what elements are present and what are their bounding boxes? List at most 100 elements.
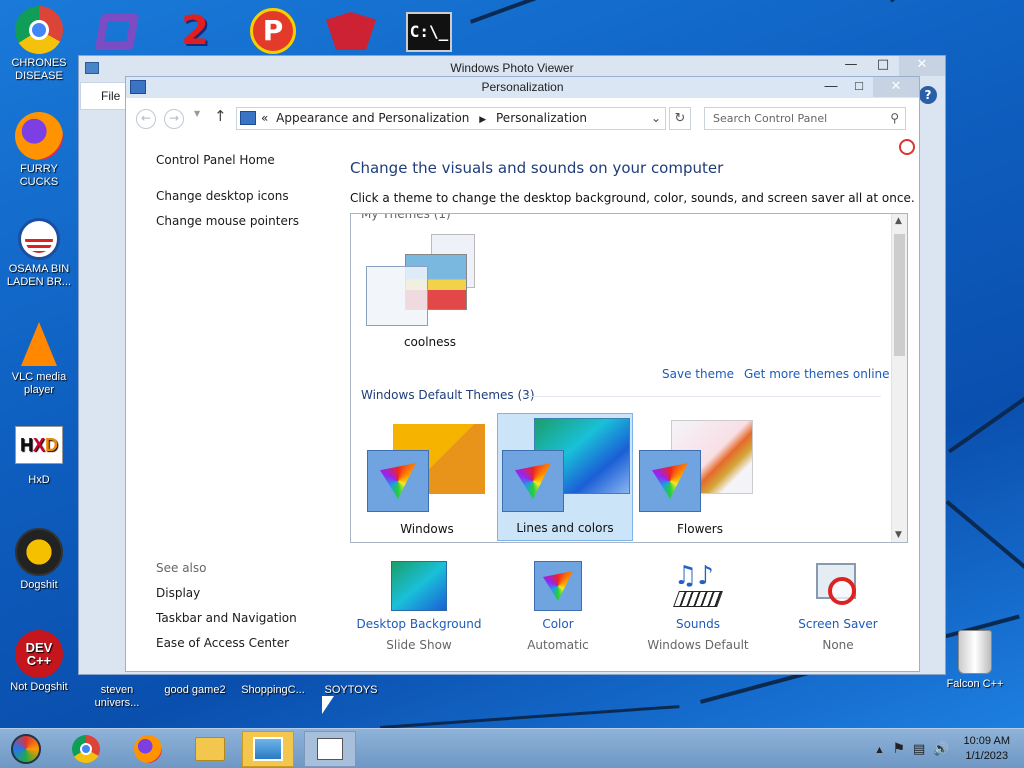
- taskbar-navigation-link[interactable]: Taskbar and Navigation: [156, 611, 297, 625]
- taskbar-chrome[interactable]: [60, 731, 112, 767]
- display-link[interactable]: Display: [156, 586, 200, 600]
- save-theme-link[interactable]: Save theme: [662, 367, 734, 381]
- left-nav: Control Panel Home Change desktop icons …: [156, 153, 299, 228]
- taskbar-control-panel[interactable]: [304, 731, 356, 767]
- search-input[interactable]: Search Control Panel ⚲: [704, 107, 906, 130]
- close-button[interactable]: ✕: [899, 56, 945, 76]
- themes-scrollbar[interactable]: ▲ ▼: [891, 214, 907, 542]
- desktop-icon-shopping[interactable]: ShoppingC...: [236, 684, 310, 697]
- p-icon[interactable]: P: [250, 8, 296, 54]
- setting-value: Windows Default: [647, 638, 749, 652]
- desktop-icon-steven[interactable]: steven univers...: [86, 684, 148, 710]
- window-titlebar[interactable]: Personalization — □ ✕: [126, 77, 919, 98]
- desktop-icon-devcpp[interactable]: DEV C++ Not Dogshit: [2, 630, 76, 694]
- breadcrumb-item[interactable]: Appearance and Personalization: [276, 111, 469, 125]
- maximize-button[interactable]: □: [845, 77, 873, 97]
- control-panel-icon: [317, 738, 343, 760]
- firefox-icon: [134, 735, 162, 763]
- desktop-icon-dogshit[interactable]: Dogshit: [2, 528, 76, 592]
- window-title: Personalization: [481, 80, 564, 94]
- control-panel-home-link[interactable]: Control Panel Home: [156, 153, 299, 167]
- show-hidden-icons-icon[interactable]: ▲: [876, 745, 882, 754]
- change-mouse-pointers-link[interactable]: Change mouse pointers: [156, 214, 299, 228]
- ease-of-access-link[interactable]: Ease of Access Center: [156, 636, 289, 650]
- minimize-button[interactable]: —: [835, 56, 867, 76]
- desktop-icon-good-game2[interactable]: good game2: [158, 684, 232, 697]
- wallpaper-line: [380, 705, 680, 728]
- wallpaper-line: [470, 0, 867, 24]
- photo-viewer-app-icon: [85, 62, 99, 74]
- breadcrumb-overflow[interactable]: «: [261, 111, 268, 125]
- scroll-up-icon[interactable]: ▲: [895, 216, 902, 226]
- recent-pages-chevron-icon[interactable]: ▼: [194, 109, 200, 118]
- scrollbar-thumb[interactable]: [894, 234, 905, 356]
- desktop-icon-label: Not Dogshit: [10, 681, 68, 693]
- folder-icon: [195, 737, 225, 761]
- my-themes-label: My Themes (1): [361, 213, 451, 221]
- desktop-icon-chrome[interactable]: CHRONES DISEASE: [2, 6, 76, 83]
- forward-button[interactable]: →: [164, 109, 184, 129]
- theme-name: Flowers: [677, 522, 723, 536]
- color-setting[interactable]: Color Automatic: [488, 561, 628, 652]
- screen-saver-setting[interactable]: Screen Saver None: [768, 561, 908, 652]
- clock-time: 10:09 AM: [963, 735, 1010, 747]
- desktop-icon-recycle-bin[interactable]: Falcon C++: [936, 630, 1014, 691]
- breadcrumb-separator-icon[interactable]: ▶: [479, 115, 486, 125]
- patriot-icon[interactable]: [326, 12, 376, 50]
- sounds-setting[interactable]: ♫♪ Sounds Windows Default: [628, 561, 768, 652]
- theme-coolness[interactable]: coolness: [365, 232, 495, 350]
- action-center-flag-icon[interactable]: ⚑: [892, 741, 905, 757]
- network-icon[interactable]: ▤: [913, 742, 925, 757]
- wallpaper-line: [890, 0, 1024, 3]
- mouse-cursor-icon: [322, 696, 334, 714]
- setting-value: Automatic: [527, 638, 589, 652]
- file-menu[interactable]: File: [80, 82, 128, 110]
- back-button[interactable]: ←: [136, 109, 156, 129]
- taskbar-photo-viewer[interactable]: [242, 731, 294, 767]
- help-icon[interactable]: [899, 139, 915, 155]
- visual-studio-icon[interactable]: [94, 10, 140, 54]
- theme-windows[interactable]: Windows: [363, 414, 491, 542]
- taskbar-firefox[interactable]: [122, 731, 174, 767]
- setting-title: Color: [542, 617, 574, 631]
- volume-icon[interactable]: 🔊: [933, 742, 949, 757]
- theme-lines-and-colors[interactable]: Lines and colors: [497, 413, 633, 541]
- clock[interactable]: 10:09 AM 1/1/2023: [950, 734, 1024, 764]
- setting-value: None: [822, 638, 854, 652]
- chevron-down-icon[interactable]: ⌄: [651, 108, 661, 129]
- maximize-button[interactable]: □: [867, 56, 899, 76]
- help-icon[interactable]: ?: [919, 86, 937, 104]
- settings-row: See also Display Taskbar and Navigation …: [126, 551, 919, 671]
- desktop-icon-osama[interactable]: OSAMA BIN LADEN BR...: [2, 218, 76, 289]
- search-icon[interactable]: ⚲: [890, 108, 899, 129]
- desktop-background-setting[interactable]: Desktop Background Slide Show: [349, 561, 489, 652]
- recycle-bin-icon: [958, 630, 992, 674]
- get-more-themes-link[interactable]: Get more themes online: [744, 367, 890, 381]
- scroll-down-icon[interactable]: ▼: [895, 530, 902, 540]
- minimize-button[interactable]: —: [817, 77, 845, 97]
- start-button[interactable]: [0, 731, 52, 767]
- color-palette-icon: [502, 450, 564, 512]
- themes-list[interactable]: My Themes (1) coolness Save theme Get mo…: [350, 213, 908, 543]
- taskbar: ▲ ⚑ ▤ 🔊 10:09 AM 1/1/2023: [0, 728, 1024, 768]
- theme-name: Windows: [400, 522, 454, 536]
- color-palette-icon: [367, 450, 429, 512]
- firefox-icon: [15, 112, 63, 160]
- cmd-icon[interactable]: C:\_: [406, 12, 452, 52]
- refresh-button[interactable]: ↻: [669, 107, 691, 130]
- close-button[interactable]: ✕: [873, 77, 919, 97]
- address-bar[interactable]: « Appearance and Personalization ▶ Perso…: [236, 107, 666, 130]
- page-title: Change the visuals and sounds on your co…: [350, 159, 724, 177]
- up-button[interactable]: ↑: [214, 107, 227, 125]
- taskbar-file-explorer[interactable]: [184, 731, 236, 767]
- desktop-icon-firefox[interactable]: FURRY CUCKS: [2, 112, 76, 189]
- personalization-window[interactable]: Personalization — □ ✕ ← → ▼ ↑ « Appearan…: [125, 76, 920, 672]
- change-desktop-icons-link[interactable]: Change desktop icons: [156, 189, 299, 203]
- setting-title: Desktop Background: [356, 617, 482, 631]
- two-icon[interactable]: 2: [172, 8, 218, 54]
- desktop-icon-vlc[interactable]: VLC media player: [2, 320, 76, 397]
- desktop-icon-hxd[interactable]: HXD HxD: [2, 426, 76, 487]
- setting-title: Sounds: [675, 617, 721, 631]
- breadcrumb-item[interactable]: Personalization: [496, 111, 587, 125]
- theme-flowers[interactable]: Flowers: [637, 414, 763, 542]
